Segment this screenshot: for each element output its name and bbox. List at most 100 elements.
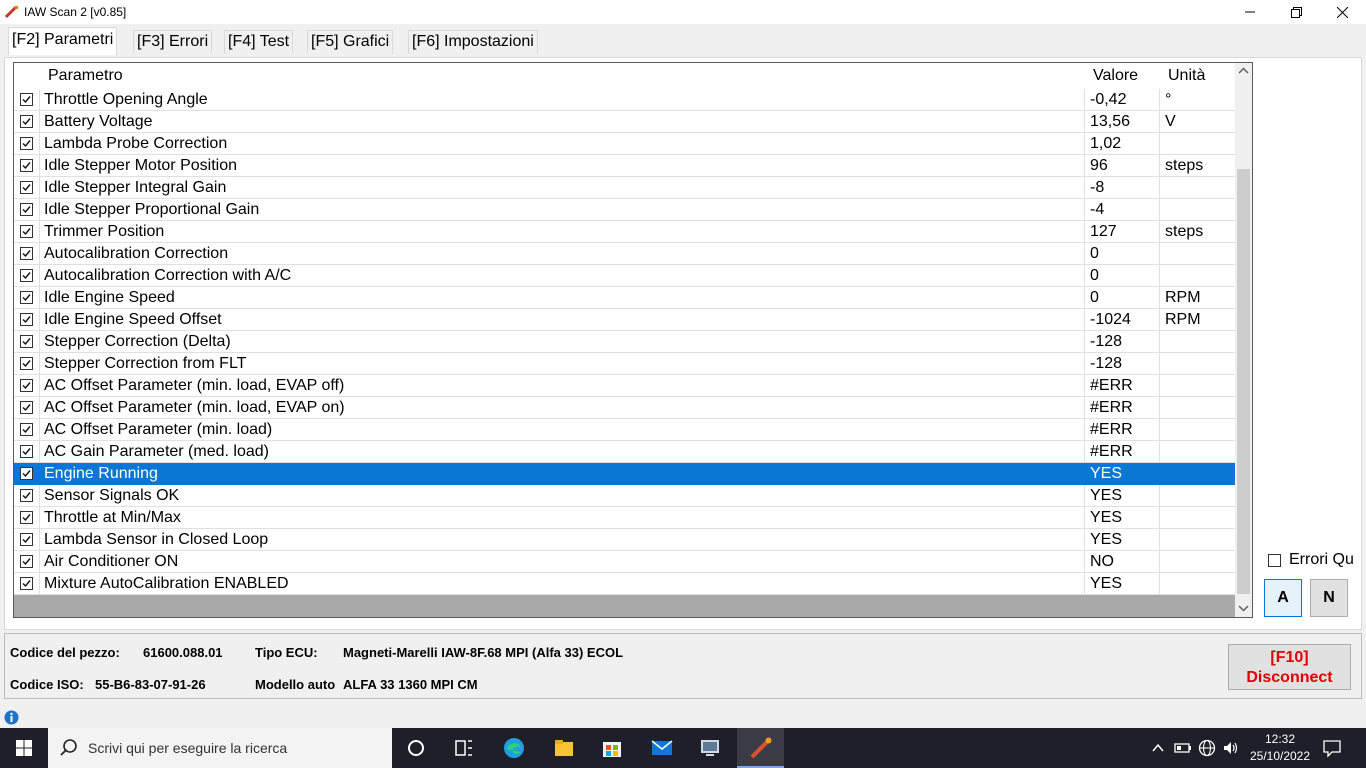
row-checkbox-cell[interactable] bbox=[14, 331, 40, 353]
row-checkbox[interactable] bbox=[20, 247, 33, 260]
table-row[interactable]: AC Offset Parameter (min. load) #ERR bbox=[14, 419, 1235, 441]
chevron-up-icon[interactable] bbox=[1150, 740, 1166, 756]
battery-icon[interactable] bbox=[1174, 740, 1192, 756]
row-checkbox-cell[interactable] bbox=[14, 133, 40, 155]
row-checkbox[interactable] bbox=[20, 115, 33, 128]
a-button[interactable]: A bbox=[1264, 579, 1302, 617]
column-header-unit[interactable]: Unità bbox=[1168, 67, 1205, 85]
table-row[interactable]: Idle Stepper Integral Gain -8 bbox=[14, 177, 1235, 199]
n-button[interactable]: N bbox=[1310, 579, 1348, 617]
row-checkbox[interactable] bbox=[20, 555, 33, 568]
row-checkbox[interactable] bbox=[20, 379, 33, 392]
column-header-name[interactable]: Parametro bbox=[48, 67, 123, 85]
row-checkbox-cell[interactable] bbox=[14, 265, 40, 287]
table-row[interactable]: Sensor Signals OK YES bbox=[14, 485, 1235, 507]
row-checkbox[interactable] bbox=[20, 313, 33, 326]
row-checkbox-cell[interactable] bbox=[14, 441, 40, 463]
volume-icon[interactable] bbox=[1222, 739, 1240, 757]
minimize-button[interactable] bbox=[1227, 0, 1273, 24]
checkbox-box[interactable] bbox=[1268, 554, 1281, 567]
system-clock[interactable]: 12:32 25/10/2022 bbox=[1245, 731, 1315, 765]
row-checkbox-cell[interactable] bbox=[14, 155, 40, 177]
row-checkbox[interactable] bbox=[20, 423, 33, 436]
row-checkbox[interactable] bbox=[20, 533, 33, 546]
row-checkbox[interactable] bbox=[20, 577, 33, 590]
row-checkbox[interactable] bbox=[20, 401, 33, 414]
row-checkbox-cell[interactable] bbox=[14, 463, 40, 485]
store-icon[interactable] bbox=[600, 736, 624, 760]
row-checkbox-cell[interactable] bbox=[14, 89, 40, 111]
parameters-grid[interactable]: Parametro Valore Unità Throttle Opening … bbox=[13, 62, 1253, 618]
table-row[interactable]: Autocalibration Correction 0 bbox=[14, 243, 1235, 265]
table-row[interactable]: Trimmer Position 127 steps bbox=[14, 221, 1235, 243]
row-checkbox-cell[interactable] bbox=[14, 287, 40, 309]
row-checkbox[interactable] bbox=[20, 489, 33, 502]
table-row[interactable]: Lambda Probe Correction 1,02 bbox=[14, 133, 1235, 155]
scroll-up-icon[interactable] bbox=[1238, 67, 1249, 74]
table-row[interactable]: Lambda Sensor in Closed Loop YES bbox=[14, 529, 1235, 551]
row-checkbox[interactable] bbox=[20, 445, 33, 458]
row-checkbox[interactable] bbox=[20, 93, 33, 106]
table-row[interactable]: AC Offset Parameter (min. load, EVAP off… bbox=[14, 375, 1235, 397]
scroll-down-icon[interactable] bbox=[1238, 605, 1249, 612]
file-explorer-icon[interactable] bbox=[552, 736, 576, 760]
row-checkbox-cell[interactable] bbox=[14, 419, 40, 441]
row-checkbox-cell[interactable] bbox=[14, 221, 40, 243]
row-checkbox[interactable] bbox=[20, 203, 33, 216]
table-row[interactable]: Battery Voltage 13,56 V bbox=[14, 111, 1235, 133]
table-row[interactable]: AC Gain Parameter (med. load) #ERR bbox=[14, 441, 1235, 463]
row-checkbox[interactable] bbox=[20, 137, 33, 150]
table-row[interactable]: Engine Running YES bbox=[14, 463, 1235, 485]
table-row[interactable]: AC Offset Parameter (min. load, EVAP on)… bbox=[14, 397, 1235, 419]
table-row[interactable]: Idle Stepper Proportional Gain -4 bbox=[14, 199, 1235, 221]
row-checkbox-cell[interactable] bbox=[14, 375, 40, 397]
network-globe-icon[interactable] bbox=[1198, 739, 1216, 757]
row-checkbox[interactable] bbox=[20, 467, 33, 480]
scrollbar-thumb[interactable] bbox=[1237, 169, 1250, 594]
vertical-scrollbar[interactable] bbox=[1235, 63, 1252, 617]
tab-test[interactable]: [F4] Test bbox=[224, 30, 294, 54]
row-checkbox-cell[interactable] bbox=[14, 529, 40, 551]
task-view-icon[interactable] bbox=[452, 736, 476, 760]
edge-icon[interactable] bbox=[502, 736, 526, 760]
taskbar-search[interactable]: Scrivi qui per eseguire la ricerca bbox=[48, 728, 392, 768]
row-checkbox-cell[interactable] bbox=[14, 309, 40, 331]
tab-errori[interactable]: [F3] Errori bbox=[133, 30, 213, 54]
tab-impostazioni[interactable]: [F6] Impostazioni bbox=[408, 30, 538, 54]
row-checkbox-cell[interactable] bbox=[14, 573, 40, 595]
row-checkbox-cell[interactable] bbox=[14, 111, 40, 133]
errori-checkbox[interactable]: Errori Qu bbox=[1268, 551, 1366, 569]
close-button[interactable] bbox=[1319, 0, 1365, 24]
table-row[interactable]: Autocalibration Correction with A/C 0 bbox=[14, 265, 1235, 287]
row-checkbox-cell[interactable] bbox=[14, 551, 40, 573]
row-checkbox-cell[interactable] bbox=[14, 177, 40, 199]
row-checkbox[interactable] bbox=[20, 269, 33, 282]
row-checkbox[interactable] bbox=[20, 181, 33, 194]
column-header-value[interactable]: Valore bbox=[1093, 67, 1138, 85]
table-row[interactable]: Air Conditioner ON NO bbox=[14, 551, 1235, 573]
table-row[interactable]: Mixture AutoCalibration ENABLED YES bbox=[14, 573, 1235, 595]
row-checkbox-cell[interactable] bbox=[14, 397, 40, 419]
table-row[interactable]: Throttle Opening Angle -0,42 ° bbox=[14, 89, 1235, 111]
row-checkbox-cell[interactable] bbox=[14, 199, 40, 221]
iaw-scan-taskbar-button[interactable] bbox=[737, 728, 784, 768]
table-row[interactable]: Stepper Correction from FLT -128 bbox=[14, 353, 1235, 375]
row-checkbox[interactable] bbox=[20, 291, 33, 304]
row-checkbox-cell[interactable] bbox=[14, 353, 40, 375]
disconnect-button[interactable]: [F10] Disconnect bbox=[1228, 644, 1351, 690]
row-checkbox[interactable] bbox=[20, 335, 33, 348]
system-app-icon[interactable] bbox=[698, 736, 722, 760]
cortana-icon[interactable] bbox=[404, 736, 428, 760]
restore-button[interactable] bbox=[1273, 0, 1319, 24]
tab-parametri[interactable]: [F2] Parametri bbox=[8, 27, 118, 55]
row-checkbox[interactable] bbox=[20, 357, 33, 370]
row-checkbox[interactable] bbox=[20, 159, 33, 172]
row-checkbox-cell[interactable] bbox=[14, 485, 40, 507]
windows-start-icon[interactable] bbox=[12, 736, 36, 760]
row-checkbox-cell[interactable] bbox=[14, 243, 40, 265]
tab-grafici[interactable]: [F5] Grafici bbox=[307, 30, 394, 54]
table-row[interactable]: Idle Stepper Motor Position 96 steps bbox=[14, 155, 1235, 177]
row-checkbox[interactable] bbox=[20, 225, 33, 238]
row-checkbox[interactable] bbox=[20, 511, 33, 524]
mail-icon[interactable] bbox=[650, 736, 674, 760]
